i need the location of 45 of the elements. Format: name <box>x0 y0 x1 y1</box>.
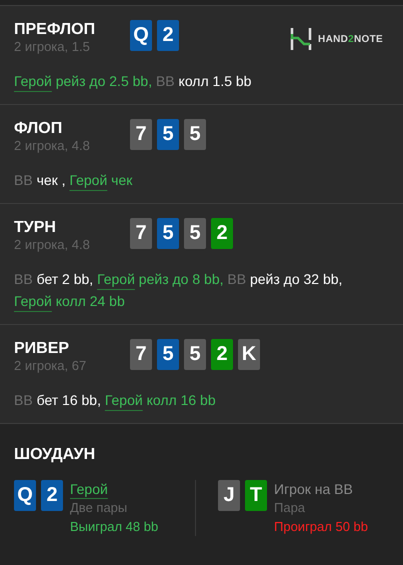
action-line: BB бет 16 bb, Герой колл 16 bb <box>14 391 217 410</box>
playing-card: 2 <box>211 218 233 249</box>
street-info: 2 игрока, 4.8 <box>14 237 91 252</box>
playing-card: 7 <box>130 218 152 249</box>
playing-card: 2 <box>157 20 179 51</box>
playing-card: 5 <box>157 119 179 150</box>
action-line: BB бет 2 bb, Герой рейз до 8 bb, BB рейз до 32 bb, <box>14 270 344 289</box>
playing-card: K <box>238 339 260 370</box>
playing-card: T <box>245 480 267 511</box>
street-title: ФЛОП <box>14 119 64 138</box>
player-link[interactable]: Герой <box>97 271 135 287</box>
playing-card: 5 <box>157 339 179 370</box>
playing-card: 2 <box>211 339 233 370</box>
player-link[interactable]: Герой <box>69 172 108 188</box>
playing-card: 5 <box>184 339 206 370</box>
hand-rank: Две пары <box>70 499 128 517</box>
playing-card: 5 <box>184 218 206 249</box>
section-title: ШОУДАУН <box>14 446 96 464</box>
action-line: Герой колл 24 bb <box>14 292 126 311</box>
player-name: Игрок на BB <box>274 480 354 498</box>
playing-card: 2 <box>41 480 63 511</box>
hand-rank: Пара <box>274 499 306 517</box>
logo-text: HAND2NOTE <box>318 34 383 44</box>
playing-card: 7 <box>130 339 152 370</box>
street-info: 2 игрока, 1.5 <box>14 39 91 54</box>
street-info: 2 игрока, 67 <box>14 358 88 373</box>
player-link[interactable]: Герой <box>14 293 52 309</box>
playing-card: 5 <box>184 119 206 150</box>
playing-card: Q <box>14 480 36 511</box>
player-link[interactable]: Герой <box>14 73 52 89</box>
street-info: 2 игрока, 4.8 <box>14 138 91 153</box>
action-line: Герой рейз до 2.5 bb, BB колл 1.5 bb <box>14 72 252 91</box>
result-text: Проиграл 50 bb <box>274 518 368 536</box>
player-link[interactable]: Герой <box>104 392 143 408</box>
action-line: BB чек , Герой чек <box>14 171 134 190</box>
logo-icon <box>290 28 312 50</box>
result-text: Выиграл 48 bb <box>70 518 158 536</box>
street-title: ТУРН <box>14 218 57 237</box>
street-title: ПРЕФЛОП <box>14 20 96 39</box>
player-link[interactable]: Герой <box>70 480 158 498</box>
playing-card: 7 <box>130 119 152 150</box>
street-title: РИВЕР <box>14 339 70 358</box>
playing-card: J <box>218 480 240 511</box>
playing-card: 5 <box>157 218 179 249</box>
playing-card: Q <box>130 20 152 51</box>
